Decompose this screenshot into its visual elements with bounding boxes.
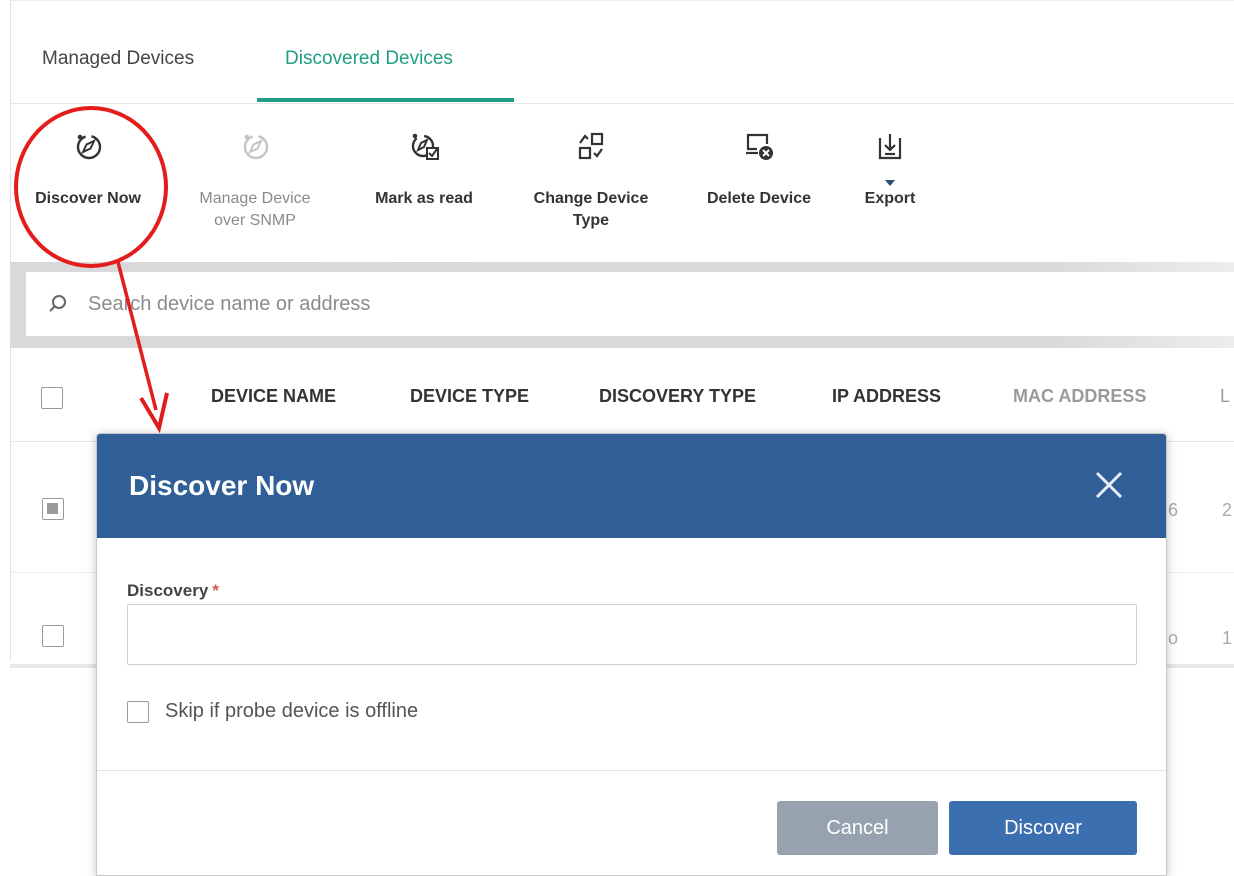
device-delete-icon	[746, 133, 773, 160]
mark-as-read-button[interactable]: Mark as read	[362, 130, 486, 210]
swap-icon	[578, 132, 604, 160]
search-input[interactable]	[88, 286, 688, 322]
change-device-type-button[interactable]: Change Device Type	[516, 130, 666, 232]
search-box	[26, 272, 1234, 336]
compass-check-icon	[411, 133, 439, 160]
manage-snmp-button[interactable]: Manage Device over SNMP	[180, 130, 330, 232]
discover-button[interactable]: Discover	[949, 801, 1137, 855]
delete-device-label: Delete Device	[706, 190, 812, 207]
change-type-label-line2: Type	[572, 212, 610, 229]
mark-as-read-label: Mark as read	[375, 190, 473, 207]
download-tray-icon	[878, 134, 902, 160]
row-checkbox[interactable]	[42, 625, 64, 647]
row-cell-fragment: o	[1168, 628, 1179, 648]
compass-snmp-icon	[243, 134, 269, 160]
tab-discovered-devices[interactable]: Discovered Devices	[285, 48, 453, 70]
export-label: Export	[864, 190, 916, 207]
skip-offline-label: Skip if probe device is offline	[165, 700, 419, 722]
delete-device-button[interactable]: Delete Device	[692, 130, 826, 210]
manage-snmp-label-line2: over SNMP	[214, 212, 296, 229]
search-bar-area	[10, 262, 1234, 348]
table-header: DEVICE NAME DEVICE TYPE DISCOVERY TYPE I…	[10, 350, 1234, 442]
column-device-type[interactable]: DEVICE TYPE	[410, 386, 529, 407]
chevron-down-icon	[885, 180, 895, 186]
row-checkbox[interactable]	[42, 498, 64, 520]
discovery-field-label: Discovery *	[127, 581, 219, 601]
discovery-label-text: Discovery	[127, 581, 209, 600]
dialog-divider	[97, 770, 1166, 771]
select-all-checkbox[interactable]	[41, 387, 63, 409]
export-button[interactable]: Export	[850, 130, 930, 210]
close-icon[interactable]	[1092, 468, 1126, 502]
discover-now-label: Discover Now	[35, 190, 141, 207]
active-tab-indicator	[257, 98, 514, 102]
column-ip-address[interactable]: IP ADDRESS	[832, 386, 941, 407]
column-truncated[interactable]: L	[1220, 386, 1230, 407]
column-discovery-type[interactable]: DISCOVERY TYPE	[599, 386, 756, 407]
row-cell-fragment: 2	[1222, 500, 1233, 520]
column-mac-address[interactable]: MAC ADDRESS	[1013, 386, 1146, 407]
discover-now-dialog: Discover Now Discovery * Skip if probe de…	[96, 433, 1167, 876]
change-device-type-label: Change Device Type	[516, 188, 666, 232]
discover-now-button[interactable]: Discover Now	[26, 130, 150, 210]
row-cell-fragment: 6	[1168, 500, 1179, 520]
tab-managed-devices[interactable]: Managed Devices	[42, 48, 194, 70]
device-tabs: Managed Devices Discovered Devices	[10, 0, 1234, 104]
column-device-name[interactable]: DEVICE NAME	[211, 386, 336, 407]
manage-snmp-label: Manage Device over SNMP	[180, 188, 330, 232]
discovery-select-field[interactable]	[127, 604, 1137, 665]
dialog-header: Discover Now	[97, 434, 1166, 538]
change-type-label-line1: Change Device	[533, 190, 649, 207]
cancel-button[interactable]: Cancel	[777, 801, 938, 855]
skip-offline-checkbox[interactable]	[127, 701, 149, 723]
compass-discover-icon	[76, 134, 102, 160]
toolbar: Discover Now Manage Device over SNMP Mar…	[10, 104, 1234, 262]
dialog-title: Discover Now	[129, 470, 315, 501]
row-cell-fragment: 1	[1222, 628, 1233, 648]
manage-snmp-label-line1: Manage Device	[199, 190, 311, 207]
required-marker: *	[212, 581, 219, 600]
search-icon	[49, 295, 66, 312]
